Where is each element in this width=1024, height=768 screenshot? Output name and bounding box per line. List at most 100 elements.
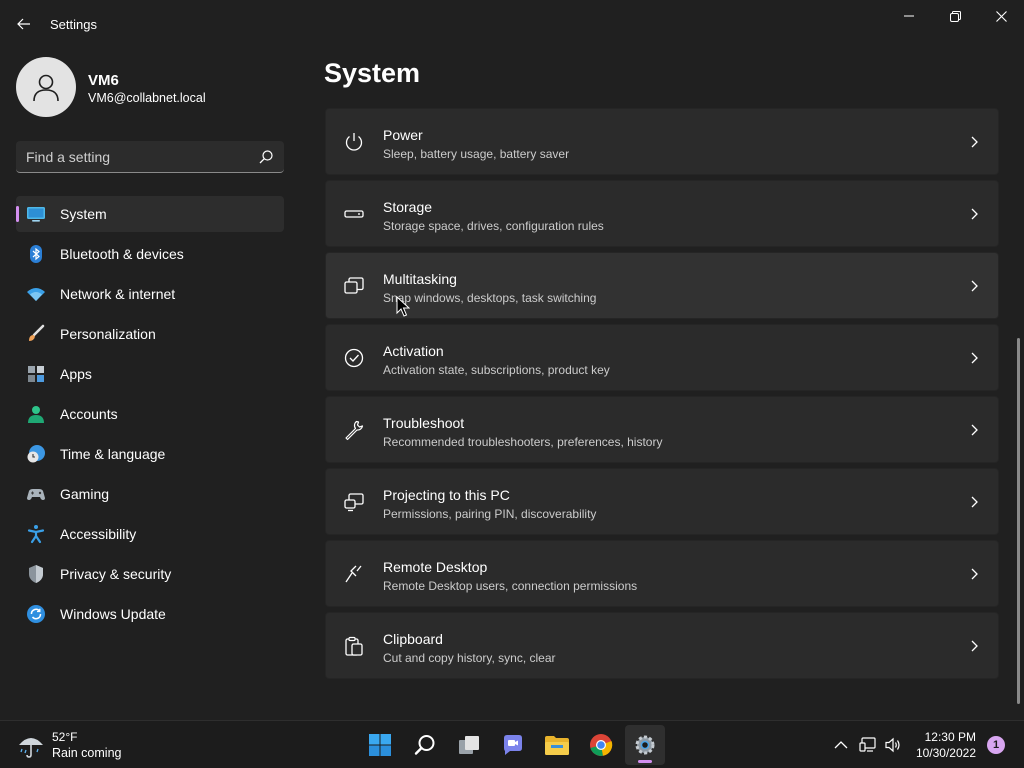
card-troubleshoot[interactable]: Troubleshoot Recommended troubleshooters… [325, 396, 999, 463]
brush-icon [26, 324, 46, 344]
weather-description: Rain coming [52, 746, 122, 760]
notification-badge[interactable]: 1 [987, 736, 1005, 754]
chevron-right-icon [971, 208, 978, 220]
app-title: Settings [50, 17, 97, 32]
sidebar-item-label: Accessibility [60, 526, 137, 542]
card-description: Permissions, pairing PIN, discoverabilit… [383, 507, 597, 521]
sidebar-item-label: Personalization [60, 326, 156, 342]
search-input[interactable] [26, 141, 251, 172]
card-storage[interactable]: Storage Storage space, drives, configura… [325, 180, 999, 247]
wifi-icon [26, 284, 46, 304]
mouse-cursor-icon [396, 296, 410, 317]
card-description: Cut and copy history, sync, clear [383, 651, 556, 665]
chevron-right-icon [971, 424, 978, 436]
projecting-icon [343, 491, 365, 513]
volume-tray-button[interactable] [883, 735, 903, 755]
bluetooth-icon [26, 244, 46, 264]
update-icon [26, 604, 46, 624]
sidebar-item-label: Time & language [60, 446, 166, 462]
card-multitasking[interactable]: Multitasking Snap windows, desktops, tas… [325, 252, 999, 319]
start-button[interactable] [360, 725, 400, 765]
sidebar-item-bluetooth-devices[interactable]: Bluetooth & devices [16, 236, 284, 272]
taskbar-search-button[interactable] [405, 725, 445, 765]
sidebar-item-system[interactable]: System [16, 196, 284, 232]
card-clipboard[interactable]: Clipboard Cut and copy history, sync, cl… [325, 612, 999, 679]
sidebar-item-label: Bluetooth & devices [60, 246, 184, 262]
chevron-right-icon [971, 352, 978, 364]
card-title: Storage [383, 199, 433, 215]
multitasking-icon [343, 275, 365, 297]
sidebar-item-personalization[interactable]: Personalization [16, 316, 284, 352]
volume-icon [885, 737, 900, 753]
user-email: VM6@collabnet.local [88, 91, 206, 105]
teams-chat-button[interactable] [493, 725, 533, 765]
card-description: Remote Desktop users, connection permiss… [383, 579, 638, 593]
avatar[interactable] [16, 57, 76, 117]
system-display-icon [26, 204, 46, 224]
remote-desktop-icon [343, 563, 365, 585]
chrome-icon [590, 734, 613, 756]
settings-gear-icon [635, 735, 655, 755]
card-remote-desktop[interactable]: Remote Desktop Remote Desktop users, con… [325, 540, 999, 607]
card-title: Activation [383, 343, 444, 359]
sidebar-item-label: Privacy & security [60, 566, 172, 582]
close-button[interactable] [978, 0, 1024, 32]
card-description: Activation state, subscriptions, product… [383, 363, 610, 377]
power-icon [343, 131, 365, 153]
sidebar-item-accessibility[interactable]: Accessibility [16, 516, 284, 552]
chrome-button[interactable] [581, 725, 621, 765]
card-title: Troubleshoot [383, 415, 465, 431]
rain-weather-icon[interactable] [16, 731, 46, 761]
person-icon [26, 404, 46, 424]
chevron-right-icon [971, 640, 978, 652]
minimize-button[interactable] [886, 0, 932, 32]
sidebar-item-accounts[interactable]: Accounts [16, 396, 284, 432]
card-title: Remote Desktop [383, 559, 488, 575]
sidebar-item-windows-update[interactable]: Windows Update [16, 596, 284, 632]
clock-time[interactable]: 12:30 PM [925, 730, 976, 744]
back-arrow-icon [17, 18, 30, 30]
windows-start-icon [369, 734, 391, 756]
sidebar-item-label: Gaming [60, 486, 110, 502]
scrollbar[interactable] [1017, 338, 1020, 704]
show-hidden-icons-button[interactable] [831, 735, 851, 755]
file-explorer-button[interactable] [537, 725, 577, 765]
search-box[interactable] [16, 141, 284, 173]
task-view-button[interactable] [449, 725, 489, 765]
clock-date[interactable]: 10/30/2022 [916, 746, 976, 760]
user-name: VM6 [88, 72, 119, 89]
card-description: Recommended troubleshooters, preferences… [383, 435, 663, 449]
sidebar-item-label: Apps [60, 366, 92, 382]
restore-button[interactable] [932, 0, 978, 32]
restore-icon [949, 10, 961, 22]
accessibility-icon [26, 524, 46, 544]
card-power[interactable]: Power Sleep, battery usage, battery save… [325, 108, 999, 175]
card-description: Snap windows, desktops, task switching [383, 291, 597, 305]
sidebar-item-label: Accounts [60, 406, 118, 422]
card-title: Power [383, 127, 423, 143]
card-description: Storage space, drives, configuration rul… [383, 219, 604, 233]
file-explorer-icon [545, 736, 569, 755]
network-tray-button[interactable] [858, 735, 878, 755]
task-view-icon [459, 736, 479, 754]
card-title: Clipboard [383, 631, 443, 647]
person-icon [33, 74, 59, 102]
card-projecting[interactable]: Projecting to this PC Permissions, pairi… [325, 468, 999, 535]
card-title: Projecting to this PC [383, 487, 510, 503]
sidebar-item-gaming[interactable]: Gaming [16, 476, 284, 512]
sidebar-item-privacy-security[interactable]: Privacy & security [16, 556, 284, 592]
search-icon[interactable] [258, 149, 274, 165]
sidebar-item-apps[interactable]: Apps [16, 356, 284, 392]
storage-icon [343, 203, 365, 225]
taskbar: 52°F Rain coming 12:30 PM 10/30/2022 1 [0, 720, 1024, 768]
clipboard-icon [343, 635, 365, 657]
shield-icon [26, 564, 46, 584]
back-button[interactable] [10, 12, 38, 36]
gamepad-icon [26, 484, 46, 504]
clock-globe-icon [26, 444, 46, 464]
card-activation[interactable]: Activation Activation state, subscriptio… [325, 324, 999, 391]
sidebar-item-time-language[interactable]: Time & language [16, 436, 284, 472]
settings-taskbar-button[interactable] [625, 725, 665, 765]
chevron-right-icon [971, 136, 978, 148]
sidebar-item-network-internet[interactable]: Network & internet [16, 276, 284, 312]
